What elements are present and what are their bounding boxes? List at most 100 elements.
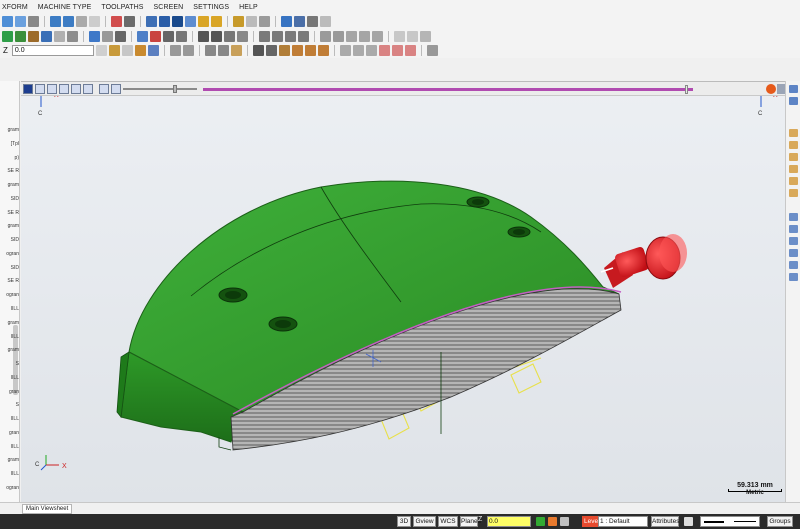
run-mode-button[interactable] [111, 84, 121, 94]
modify-icon[interactable] [789, 153, 798, 161]
xform-icon[interactable] [789, 273, 798, 281]
attributes-button[interactable]: Attributes [651, 516, 679, 527]
operations-tree-item[interactable]: ogran [0, 485, 19, 491]
z-depth-field[interactable]: 0.0 [487, 516, 531, 527]
options-icon[interactable] [777, 84, 785, 94]
planes-icon[interactable] [426, 45, 438, 56]
rect-icon[interactable] [54, 31, 65, 42]
color-icon[interactable] [536, 517, 545, 526]
window-select-icon[interactable] [265, 45, 277, 56]
modify-icon[interactable] [789, 129, 798, 137]
menu-screen[interactable]: SCREEN [154, 4, 184, 11]
xform-icon[interactable] [789, 249, 798, 257]
arc-icon[interactable] [41, 31, 52, 42]
gview-button[interactable]: Gview [413, 516, 436, 527]
operations-tree-item[interactable]: gram [0, 182, 19, 188]
scale-icon[interactable] [285, 31, 296, 42]
analyze-icon[interactable] [233, 16, 244, 27]
globe-icon[interactable] [89, 31, 100, 42]
mirror-icon[interactable] [272, 31, 283, 42]
operations-tree-item[interactable]: SE R [0, 278, 19, 284]
operations-tree-item[interactable]: IILL [0, 334, 19, 340]
mesh-icon[interactable] [394, 31, 405, 42]
color-icon[interactable] [548, 517, 557, 526]
xform-icon[interactable] [789, 213, 798, 221]
plot-icon[interactable] [294, 16, 305, 27]
chain-icon[interactable] [278, 45, 290, 56]
backplot-icon[interactable] [352, 45, 364, 56]
operations-tree-item[interactable]: SE R [0, 210, 19, 216]
stock-icon[interactable] [365, 45, 377, 56]
print-icon[interactable] [28, 16, 39, 27]
analyze-icon[interactable] [789, 85, 798, 93]
gview-icon[interactable] [124, 16, 135, 27]
block-icon[interactable] [134, 45, 146, 56]
lines-icon[interactable] [28, 31, 39, 42]
operations-tree-item[interactable]: SID [0, 237, 19, 243]
operations-tree-item[interactable]: gram [0, 320, 19, 326]
playback-progress[interactable] [203, 88, 693, 91]
note-icon[interactable] [224, 31, 235, 42]
solid-shell-icon[interactable] [372, 31, 383, 42]
trace-mode-button[interactable] [99, 84, 109, 94]
operations-tree-item[interactable]: SID [0, 196, 19, 202]
fast-forward-button[interactable] [83, 84, 93, 94]
cube-icon[interactable] [108, 45, 120, 56]
speed-slider-track[interactable] [123, 88, 197, 90]
modify-icon[interactable] [789, 165, 798, 173]
edge-select-icon[interactable] [317, 45, 329, 56]
menu-settings[interactable]: SETTINGS [193, 4, 229, 11]
point-icon[interactable] [102, 31, 113, 42]
playback-progress-handle[interactable] [685, 85, 688, 94]
groups-button[interactable]: Groups [767, 516, 793, 527]
view-3d-button[interactable]: 3D [397, 516, 411, 527]
analyze-entity-icon[interactable] [169, 45, 181, 56]
dashed-rect-icon[interactable] [230, 45, 242, 56]
wcs-button[interactable]: WCS [438, 516, 458, 527]
operations-tree-item[interactable]: gran [0, 430, 19, 436]
menu-toolpaths[interactable]: TOOLPATHS [101, 4, 143, 11]
menu-help[interactable]: HELP [239, 4, 258, 11]
solid-fillet-icon[interactable] [346, 31, 357, 42]
trim-icon[interactable] [163, 31, 174, 42]
operations-tree-item[interactable]: gram [0, 457, 19, 463]
surfaces-icon[interactable] [15, 31, 26, 42]
operations-tree-item[interactable]: p) [0, 155, 19, 161]
operations-tree-item[interactable]: ogran [0, 251, 19, 257]
menu-xform[interactable]: XFORM [2, 4, 28, 11]
operations-tree-item[interactable]: [Tpl [0, 141, 19, 147]
shaded-icon[interactable] [159, 16, 170, 27]
mask-arc-icon[interactable] [378, 45, 390, 56]
hide-icon[interactable] [111, 16, 122, 27]
mask-color-icon[interactable] [391, 45, 403, 56]
copy-icon[interactable] [89, 16, 100, 27]
operations-tree-item[interactable]: IILL [0, 375, 19, 381]
hatch-icon[interactable] [237, 31, 248, 42]
operations-tree-item[interactable]: ogran [0, 292, 19, 298]
cursor-icon[interactable] [252, 45, 264, 56]
z-dropdown-icon[interactable] [95, 45, 107, 56]
solid-extrude-icon[interactable] [320, 31, 331, 42]
play-button[interactable] [23, 84, 33, 94]
step-back-button[interactable] [59, 84, 69, 94]
engrave-icon[interactable] [407, 31, 418, 42]
operations-tree-item[interactable]: IILL [0, 306, 19, 312]
move-icon[interactable] [259, 31, 270, 42]
solids-icon[interactable] [2, 31, 13, 42]
tab-main-viewsheet[interactable]: Main Viewsheet [22, 504, 73, 514]
offset-icon[interactable] [298, 31, 309, 42]
fillet-icon[interactable] [150, 31, 161, 42]
help-icon[interactable] [121, 45, 133, 56]
stop-simulation-icon[interactable] [766, 84, 776, 94]
mask-check-icon[interactable] [404, 45, 416, 56]
dropdown-icon[interactable] [246, 16, 257, 27]
point-style-icon[interactable] [684, 517, 693, 526]
wireframe-icon[interactable] [146, 16, 157, 27]
planes-button[interactable]: Planes [460, 516, 481, 527]
operations-tree-item[interactable]: gran [0, 389, 19, 395]
translucent-icon[interactable] [185, 16, 196, 27]
solid-revolve-icon[interactable] [333, 31, 344, 42]
select-all-icon[interactable] [204, 45, 216, 56]
trim-surface-icon[interactable] [420, 31, 431, 42]
open-icon[interactable] [2, 16, 13, 27]
